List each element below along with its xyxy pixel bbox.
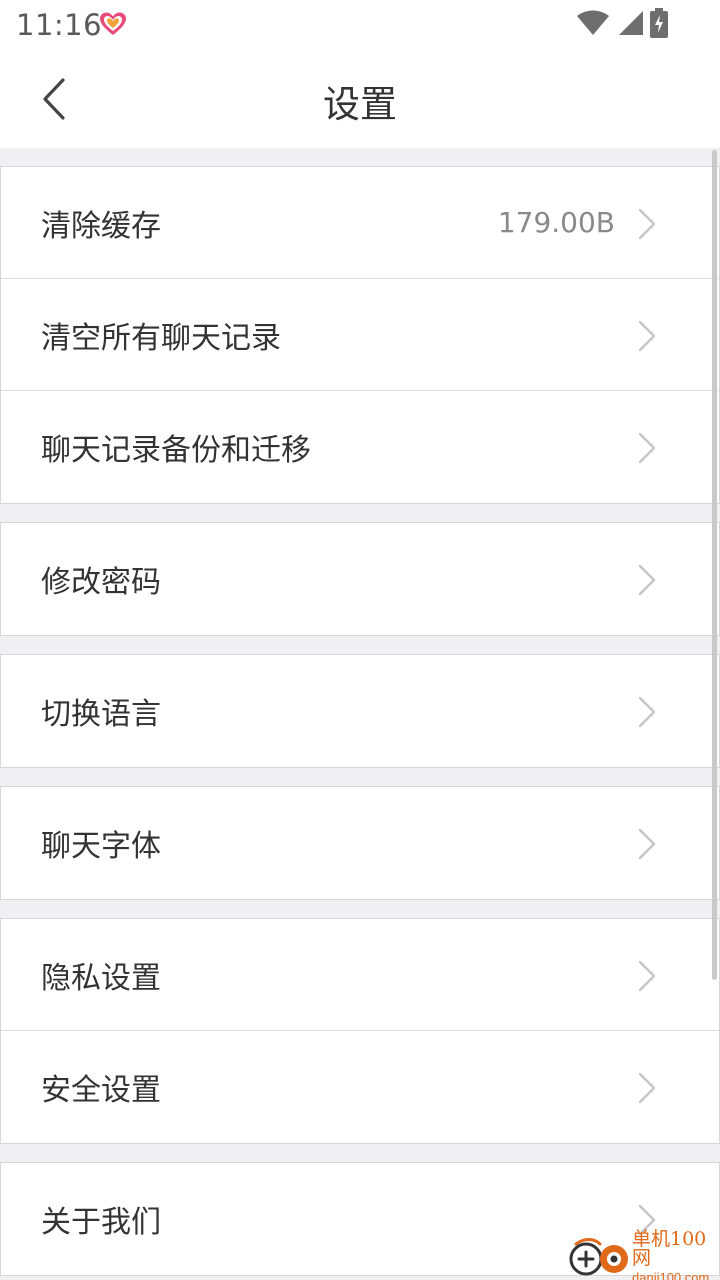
chevron-right-icon bbox=[638, 564, 656, 596]
page-title: 设置 bbox=[323, 83, 397, 126]
chevron-right-icon bbox=[638, 696, 656, 728]
battery-charging-icon bbox=[650, 8, 668, 42]
chevron-right-icon bbox=[638, 208, 656, 240]
row-label: 隐私设置 bbox=[41, 960, 161, 996]
status-icons bbox=[576, 8, 668, 42]
group-gap bbox=[0, 1144, 720, 1162]
chevron-right-icon bbox=[638, 320, 656, 352]
clear-cache-row[interactable]: 清除缓存 179.00B bbox=[1, 167, 719, 279]
chevron-right-icon bbox=[638, 828, 656, 860]
clear-chat-history-row[interactable]: 清空所有聊天记录 bbox=[1, 279, 719, 391]
watermark-url: danji100.com bbox=[632, 1270, 710, 1280]
row-label: 聊天字体 bbox=[41, 829, 161, 864]
watermark-text: 单机100网 danji100.com bbox=[632, 1230, 720, 1280]
settings-group-storage: 清除缓存 179.00B 清空所有聊天记录 聊天记录备份和迁移 bbox=[0, 166, 720, 504]
group-gap bbox=[0, 768, 720, 786]
settings-screen: 11:16 设置 清除缓存 179.00B 清空所有聊天记录 聊天记录备份和迁移… bbox=[0, 0, 720, 1280]
wifi-icon bbox=[576, 10, 610, 40]
row-label: 清空所有聊天记录 bbox=[41, 320, 281, 356]
app-heart-icon bbox=[98, 10, 128, 38]
watermark-logo-icon bbox=[568, 1234, 632, 1280]
scrollbar[interactable] bbox=[712, 150, 717, 980]
watermark-name: 单机100网 bbox=[632, 1228, 707, 1269]
group-gap bbox=[0, 504, 720, 522]
row-label: 切换语言 bbox=[41, 697, 161, 732]
privacy-settings-row[interactable]: 隐私设置 bbox=[1, 919, 719, 1031]
group-gap bbox=[0, 636, 720, 654]
row-label: 聊天记录备份和迁移 bbox=[41, 433, 311, 468]
settings-group-language: 切换语言 bbox=[0, 654, 720, 768]
row-label: 清除缓存 bbox=[41, 208, 161, 244]
title-bar: 设置 bbox=[0, 50, 720, 148]
settings-list: 清除缓存 179.00B 清空所有聊天记录 聊天记录备份和迁移 修改密码 切换语… bbox=[0, 166, 720, 1276]
row-label: 修改密码 bbox=[41, 565, 161, 600]
chevron-right-icon bbox=[638, 960, 656, 992]
cache-size-value: 179.00B bbox=[497, 206, 615, 239]
settings-group-privacy-security: 隐私设置 安全设置 bbox=[0, 918, 720, 1144]
row-label: 安全设置 bbox=[41, 1073, 161, 1108]
row-label: 关于我们 bbox=[41, 1205, 161, 1240]
switch-language-row[interactable]: 切换语言 bbox=[1, 655, 719, 767]
watermark: 单机100网 danji100.com bbox=[568, 1230, 720, 1280]
chevron-right-icon bbox=[638, 1072, 656, 1104]
chevron-right-icon bbox=[638, 432, 656, 464]
cell-signal-icon bbox=[616, 10, 644, 40]
status-time: 11:16 bbox=[16, 8, 103, 42]
change-password-row[interactable]: 修改密码 bbox=[1, 523, 719, 635]
group-gap bbox=[0, 900, 720, 918]
chat-backup-migration-row[interactable]: 聊天记录备份和迁移 bbox=[1, 391, 719, 503]
settings-group-password: 修改密码 bbox=[0, 522, 720, 636]
chat-font-row[interactable]: 聊天字体 bbox=[1, 787, 719, 899]
security-settings-row[interactable]: 安全设置 bbox=[1, 1031, 719, 1143]
settings-group-font: 聊天字体 bbox=[0, 786, 720, 900]
status-bar: 11:16 bbox=[0, 0, 720, 50]
